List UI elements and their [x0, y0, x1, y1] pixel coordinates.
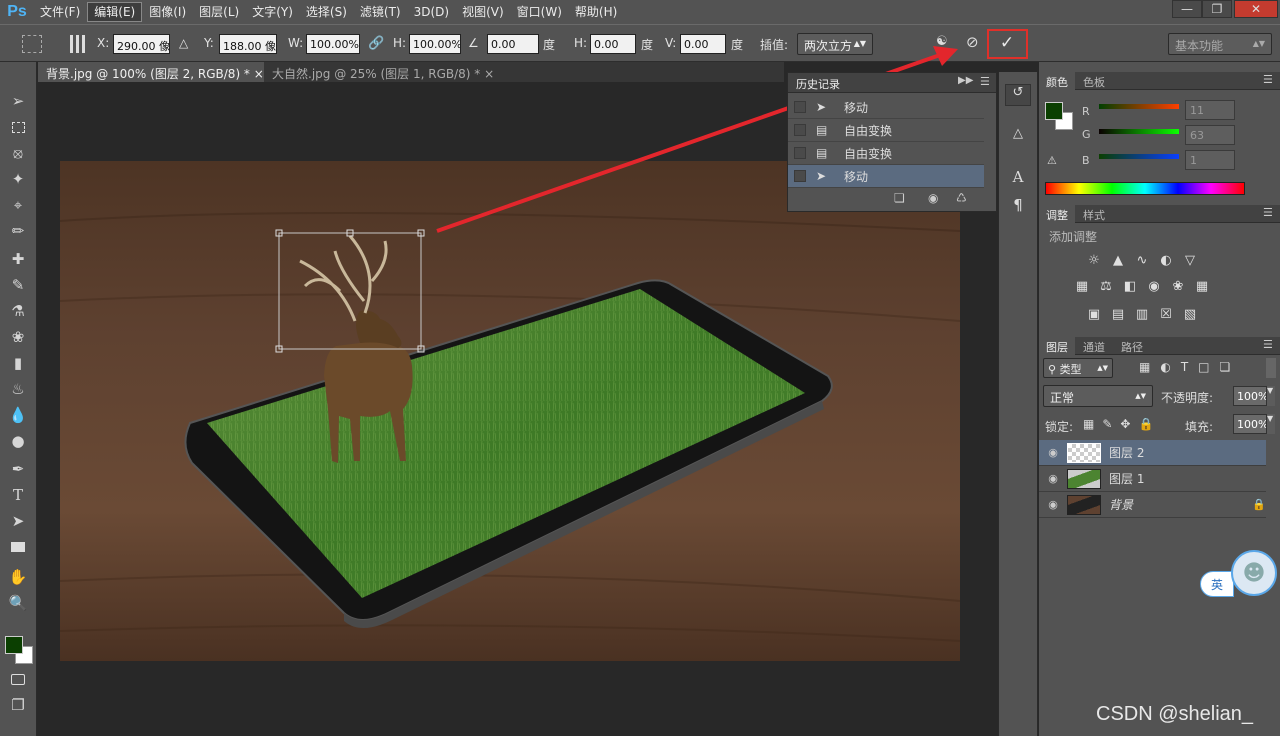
r-label: R	[1082, 105, 1090, 118]
new-document-icon[interactable]: ❏	[894, 191, 905, 205]
panel-menu-icon[interactable]: ☰	[1263, 206, 1273, 219]
fill-dropdown-icon[interactable]: ▼	[1267, 414, 1275, 434]
layers-scrollbar[interactable]	[1266, 358, 1276, 378]
collapsed-panel-dock: ↺ △ A ¶	[998, 72, 1038, 736]
tab-swatches[interactable]: 色板	[1076, 72, 1112, 90]
layer-row[interactable]: ◉ 背景 🔒	[1039, 492, 1266, 518]
tab-color[interactable]: 颜色	[1039, 72, 1075, 90]
right-panels: 颜色 色板 ☰ R 11 G 63 ⚠ B 1 调整 样式 ☰ 添加调整 ☼ ▲…	[1039, 62, 1280, 736]
black-white-icon[interactable]: ◧	[1121, 278, 1139, 294]
layer-row[interactable]: ◉ 图层 1	[1039, 466, 1266, 492]
posterize-icon[interactable]: ▤	[1109, 306, 1127, 322]
snapshot-icon[interactable]: ◉	[928, 191, 938, 205]
foreground-color-swatch[interactable]	[5, 636, 23, 654]
curves-icon[interactable]: ∿	[1133, 252, 1151, 268]
tab-channels[interactable]: 通道	[1076, 337, 1112, 355]
red-slider[interactable]	[1099, 104, 1179, 109]
blue-value-input[interactable]: 1	[1185, 150, 1235, 170]
history-item[interactable]: ▤ 自由变换	[788, 119, 984, 142]
paragraph-panel-icon[interactable]: ¶	[1007, 196, 1029, 218]
history-panel: 历史记录 ▶▶ ☰ ➤ 移动 ▤ 自由变换 ▤ 自由变换 ➤ 移动 ❏ ◉ ♺	[787, 72, 997, 212]
3d-panel-icon[interactable]: △	[1007, 126, 1029, 146]
panel-menu-icon[interactable]: ☰	[1263, 338, 1273, 351]
lock-transparency-icon[interactable]: ▦	[1083, 417, 1094, 431]
character-panel-icon[interactable]: A	[1007, 168, 1029, 190]
layer-thumbnail	[1067, 494, 1101, 515]
filter-type-icon[interactable]: T	[1181, 360, 1188, 374]
lock-image-icon[interactable]: ✎	[1102, 417, 1112, 431]
visibility-eye-icon[interactable]: ◉	[1039, 498, 1067, 511]
history-title[interactable]: 历史记录	[796, 76, 840, 92]
opacity-input[interactable]: 100%	[1233, 386, 1267, 406]
opacity-dropdown-icon[interactable]: ▼	[1267, 386, 1275, 406]
threshold-icon[interactable]: ▥	[1133, 306, 1151, 322]
layers-panel-tabs: 图层 通道 路径 ☰	[1039, 337, 1280, 355]
gamut-warning-icon[interactable]: ⚠	[1047, 154, 1057, 167]
document-icon: ▤	[816, 146, 828, 160]
fill-label: 填充:	[1185, 420, 1214, 434]
color-lookup-icon[interactable]: ▦	[1193, 278, 1211, 294]
blue-slider[interactable]	[1099, 154, 1179, 159]
color-balance-icon[interactable]: ⚖	[1097, 278, 1115, 294]
tab-adjustments[interactable]: 调整	[1039, 205, 1075, 223]
tab-paths[interactable]: 路径	[1114, 337, 1150, 355]
color-panel-tabs: 颜色 色板 ☰	[1039, 72, 1280, 90]
red-value-input[interactable]: 11	[1185, 100, 1235, 120]
move-icon: ➤	[816, 100, 827, 114]
watermark-text: CSDN @shelian_	[1096, 703, 1254, 725]
lock-label: 锁定:	[1045, 420, 1074, 434]
channel-mixer-icon[interactable]: ❀	[1169, 278, 1187, 294]
green-value-input[interactable]: 63	[1185, 125, 1235, 145]
invert-icon[interactable]: ▣	[1085, 306, 1103, 322]
lock-icon: 🔒	[1252, 498, 1266, 511]
history-item[interactable]: ➤ 移动	[788, 96, 984, 119]
selective-color-icon[interactable]: ☒	[1157, 306, 1175, 322]
lock-position-icon[interactable]: ✥	[1120, 417, 1130, 431]
adjustments-heading: 添加调整	[1049, 230, 1098, 244]
exposure-icon[interactable]: ◐	[1157, 252, 1175, 268]
layer-filter-select[interactable]: ⚲ 类型 ▲▼	[1043, 358, 1113, 378]
assistant-avatar-icon[interactable]: ☻	[1231, 550, 1277, 596]
hue-saturation-icon[interactable]: ▦	[1073, 278, 1091, 294]
tab-layers[interactable]: 图层	[1039, 337, 1075, 355]
filter-pixel-icon[interactable]: ▦	[1139, 360, 1150, 374]
layer-thumbnail	[1067, 468, 1101, 489]
opacity-label: 不透明度:	[1161, 391, 1214, 405]
history-panel-icon[interactable]: ↺	[1005, 84, 1031, 106]
history-item[interactable]: ▤ 自由变换	[788, 142, 984, 165]
photo-filter-icon[interactable]: ◉	[1145, 278, 1163, 294]
brightness-icon[interactable]: ☼	[1085, 252, 1103, 268]
adjustments-panel-tabs: 调整 样式 ☰	[1039, 205, 1280, 223]
tab-styles[interactable]: 样式	[1076, 205, 1112, 223]
levels-icon[interactable]: ▲	[1109, 252, 1127, 268]
vibrance-icon[interactable]: ▽	[1181, 252, 1199, 268]
filter-adjustment-icon[interactable]: ◐	[1160, 360, 1170, 374]
visibility-eye-icon[interactable]: ◉	[1039, 472, 1067, 485]
panel-menu-icon[interactable]: ☰	[980, 75, 990, 88]
fill-input[interactable]: 100%	[1233, 414, 1267, 434]
document-icon: ▤	[816, 123, 828, 137]
filter-shape-icon[interactable]: □	[1198, 360, 1209, 374]
blend-mode-select[interactable]: 正常 ▲▼	[1043, 385, 1153, 407]
history-item[interactable]: ➤ 移动	[788, 165, 984, 188]
g-label: G	[1082, 128, 1091, 141]
collapse-icon[interactable]: ▶▶	[958, 75, 973, 86]
trash-icon[interactable]: ♺	[956, 191, 967, 205]
panel-menu-icon[interactable]: ☰	[1263, 73, 1273, 86]
move-icon: ➤	[816, 169, 827, 183]
lock-all-icon[interactable]: 🔒	[1138, 417, 1153, 431]
color-spectrum-bar[interactable]	[1045, 182, 1245, 195]
b-label: B	[1082, 154, 1090, 167]
gradient-map-icon[interactable]: ▧	[1181, 306, 1199, 322]
layer-thumbnail	[1067, 442, 1101, 463]
layer-row[interactable]: ◉ 图层 2	[1039, 440, 1266, 466]
visibility-eye-icon[interactable]: ◉	[1039, 446, 1067, 459]
green-slider[interactable]	[1099, 129, 1179, 134]
ime-language-badge[interactable]: 英	[1200, 571, 1234, 597]
filter-smart-icon[interactable]: ❏	[1220, 360, 1231, 374]
foreground-color-swatch[interactable]	[1045, 102, 1063, 120]
